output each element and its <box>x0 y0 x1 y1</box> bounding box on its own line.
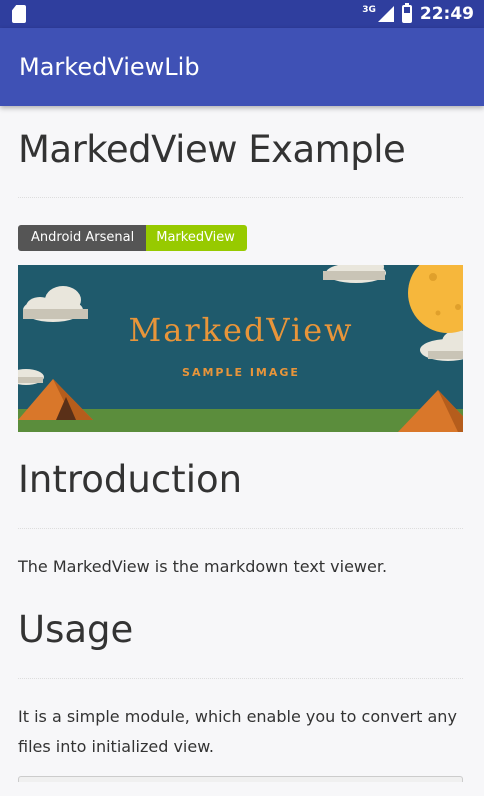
android-arsenal-badge[interactable]: Android Arsenal MarkedView <box>18 225 247 251</box>
status-bar: 3G 22:49 <box>0 0 484 28</box>
signal-icon <box>377 6 394 22</box>
battery-icon <box>401 3 412 23</box>
badge-label-left: Android Arsenal <box>18 225 147 251</box>
usage-paragraph: It is a simple module, which enable you … <box>18 707 457 756</box>
app-title: MarkedViewLib <box>19 53 200 81</box>
network-type-label: 3G <box>362 5 376 15</box>
section-heading-usage: Usage <box>18 582 463 679</box>
app-bar: MarkedViewLib <box>0 28 484 106</box>
section-heading-introduction: Introduction <box>18 432 463 529</box>
clock: 22:49 <box>419 4 474 24</box>
banner-subtitle: SAMPLE IMAGE <box>182 366 300 379</box>
sample-banner-image: MarkedView SAMPLE IMAGE <box>18 265 463 432</box>
badge-label-right: MarkedView <box>146 225 247 251</box>
markdown-content[interactable]: MarkedView Example Android Arsenal Marke… <box>0 106 484 782</box>
sd-card-icon <box>12 5 26 23</box>
page-title: MarkedView Example <box>18 106 463 198</box>
code-block <box>18 776 463 782</box>
banner-title: MarkedView <box>128 311 353 349</box>
introduction-paragraph: The MarkedView is the markdown text view… <box>18 557 388 576</box>
